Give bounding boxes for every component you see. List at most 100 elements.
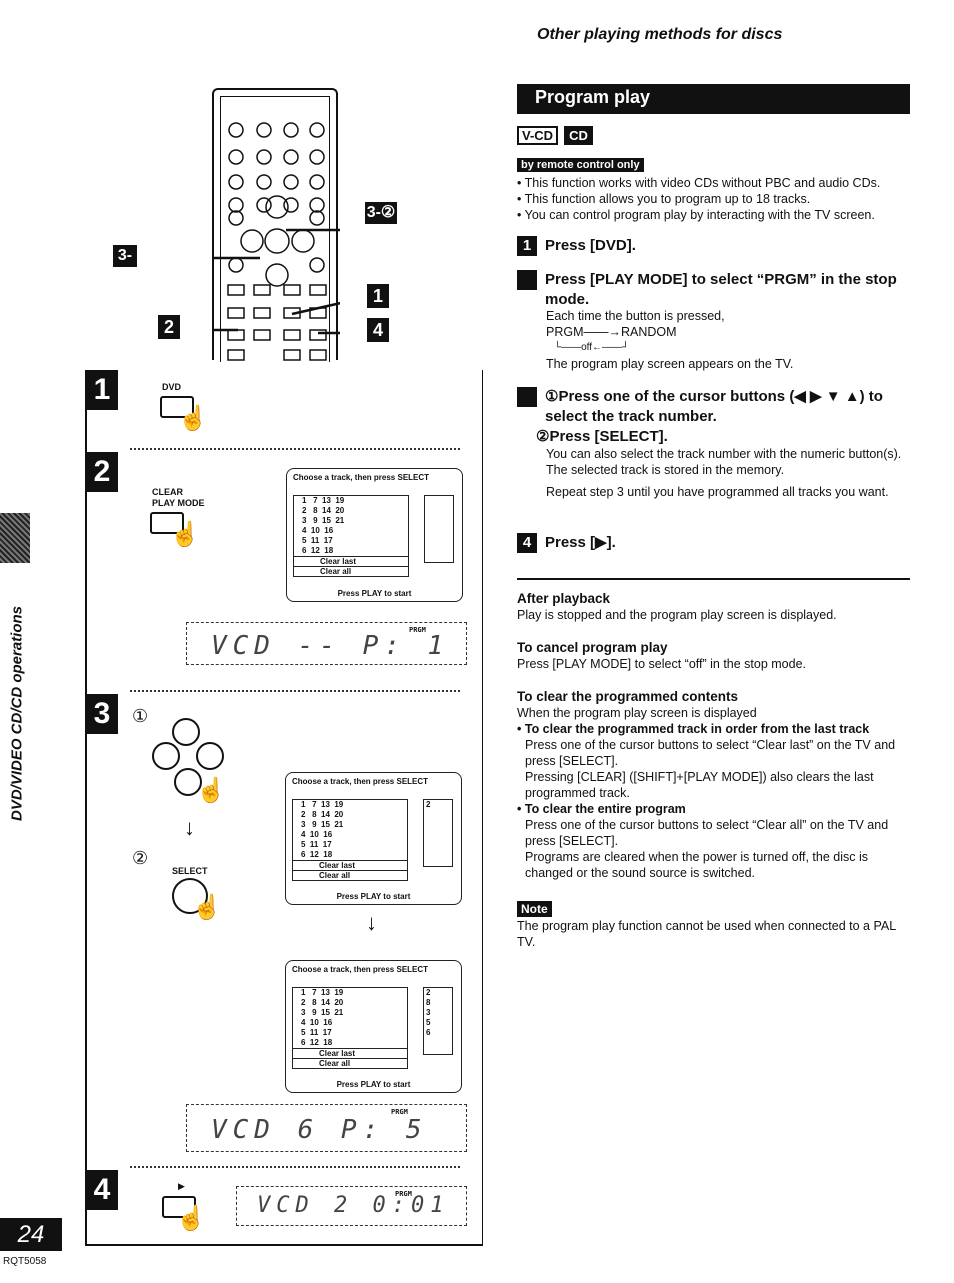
program-entry: 2	[426, 988, 431, 997]
step-1: 1 Press [DVD].	[517, 236, 912, 256]
step-3: 3 ①Press one of the cursor buttons (◀ ▶ ▼…	[509, 387, 912, 426]
intro-bullets: • This function works with video CDs wit…	[517, 176, 881, 222]
step-number: 3	[509, 387, 537, 407]
screen-title: Choose a track, then press SELECT	[292, 777, 429, 786]
step-4-marker: 4	[86, 1170, 118, 1210]
track-row[interactable]: 6 12 18	[294, 546, 408, 556]
track-row[interactable]: 5 11 17	[294, 536, 408, 546]
arrow-down-icon: ↓	[184, 815, 195, 840]
program-entry: 3	[426, 1008, 431, 1017]
step-2: 2 Press [PLAY MODE] to select “PRGM” in t…	[509, 270, 912, 309]
program-entry: 5	[426, 1018, 431, 1027]
prgm-indicator: PRGM	[409, 626, 426, 634]
text: Press [PLAY MODE] to select “off” in the…	[517, 657, 807, 671]
arrow-down-icon: ↓	[366, 910, 377, 935]
clear-all-option[interactable]: Clear all	[294, 566, 408, 576]
program-entry: 6	[426, 1028, 431, 1037]
track-row[interactable]: 1 7 13 19	[294, 496, 408, 506]
track-row[interactable]: 5 11 17	[293, 840, 407, 850]
clear-program: To clear the programmed contents When th…	[517, 689, 912, 881]
step-2-marker: 2	[86, 452, 118, 492]
text: Press one of the cursor buttons to selec…	[525, 738, 896, 768]
text: When the program play screen is displaye…	[517, 706, 757, 720]
track-row[interactable]: 3 9 15 21	[294, 516, 408, 526]
text: Play is stopped and the program play scr…	[517, 608, 837, 622]
screen-title: Choose a track, then press SELECT	[293, 473, 430, 482]
track-row[interactable]: 1 7 13 19	[293, 800, 407, 810]
track-row[interactable]: 3 9 15 21	[293, 1008, 407, 1018]
track-row[interactable]: 4 10 16	[293, 830, 407, 840]
text: └——off←——┘	[554, 342, 630, 353]
remote-only-label: by remote control only	[517, 158, 644, 172]
display-text: VCD 2 0:01	[257, 1193, 450, 1218]
press-play-hint: Press PLAY to start	[336, 892, 411, 901]
remote-control-illustration	[212, 88, 340, 362]
note-label: Note	[517, 901, 552, 917]
circled-2: ②	[132, 848, 149, 868]
callout-4: 4	[367, 318, 389, 342]
tv-screen-2: Choose a track, then press SELECT 1 7 13…	[285, 772, 462, 905]
text: Press one of the cursor buttons to selec…	[525, 818, 889, 848]
display-text: VCD 6 P: 5	[211, 1115, 428, 1145]
track-row[interactable]: 3 9 15 21	[293, 820, 407, 830]
step-number: 2	[509, 270, 537, 290]
text: Pressing [CLEAR] ([SHIFT]+[PLAY MODE]) a…	[525, 770, 874, 800]
display-text: VCD -- P: 1	[211, 631, 450, 661]
sidebar-section-label: DVD/VIDEO CD/CD operations	[8, 605, 26, 822]
clear-all-option[interactable]: Clear all	[293, 1058, 407, 1068]
doc-code: RQT5058	[3, 1256, 47, 1267]
step-title: Press [DVD].	[545, 237, 636, 254]
cancel-program: To cancel program play Press [PLAY MODE]…	[517, 640, 912, 672]
select-label: SELECT	[172, 866, 208, 876]
prgm-indicator: PRGM	[391, 1108, 408, 1116]
bullet: This function works with video CDs witho…	[524, 176, 881, 190]
step-number: 4	[517, 533, 537, 553]
callout-2: 2	[158, 315, 180, 339]
track-row[interactable]: 1 7 13 19	[293, 988, 407, 998]
track-row[interactable]: 6 12 18	[293, 850, 407, 860]
disc-badges: V-CD CD	[517, 126, 599, 145]
step-1-marker: 1	[86, 370, 118, 410]
heading: To clear the programmed contents	[517, 689, 739, 704]
page-number: 24	[0, 1218, 62, 1251]
program-list	[424, 495, 454, 563]
subheading: To clear the entire program	[524, 802, 686, 816]
pressing-hand-icon: ☝	[170, 521, 200, 548]
step-3-title-2: ②Press [SELECT].	[536, 428, 668, 445]
heading: To cancel program play	[517, 640, 668, 655]
track-row[interactable]: 2 8 14 20	[293, 998, 407, 1008]
clear-last-option[interactable]: Clear last	[293, 860, 407, 870]
after-playback: After playback Play is stopped and the p…	[517, 591, 912, 623]
press-play-hint: Press PLAY to start	[336, 1080, 411, 1089]
clear-all-option[interactable]: Clear all	[293, 870, 407, 880]
front-display-3: PRGM VCD 2 0:01	[236, 1186, 467, 1226]
track-grid: 1 7 13 19 2 8 14 20 3 9 15 21 4 10 16 5 11 1…	[293, 495, 409, 577]
clear-last-option[interactable]: Clear last	[294, 556, 408, 566]
cursor-left-button	[152, 742, 180, 770]
program-entry: 2	[426, 800, 431, 809]
cd-badge: CD	[564, 126, 593, 145]
front-display-1: PRGM VCD -- P: 1	[186, 622, 467, 665]
bullet: You can control program play by interact…	[524, 208, 875, 222]
cursor-up-button	[172, 718, 200, 746]
divider	[517, 578, 910, 580]
track-row[interactable]: 6 12 18	[293, 1038, 407, 1048]
clear-last-option[interactable]: Clear last	[293, 1048, 407, 1058]
text: Repeat step 3 until you have programmed …	[546, 485, 889, 499]
track-row[interactable]: 4 10 16	[293, 1018, 407, 1028]
step-3-marker: 3	[86, 694, 118, 734]
text: PRGM——→RANDOM	[546, 325, 677, 339]
text: The selected track is stored in the memo…	[546, 463, 785, 477]
program-list: 28356	[423, 987, 453, 1055]
divider-dotted	[130, 690, 460, 692]
track-row[interactable]: 2 8 14 20	[293, 810, 407, 820]
track-row[interactable]: 2 8 14 20	[294, 506, 408, 516]
track-row[interactable]: 4 10 16	[294, 526, 408, 536]
dvd-label: DVD	[162, 382, 182, 392]
vcd-badge: V-CD	[517, 126, 559, 145]
divider-dotted	[130, 1166, 460, 1168]
text: Each time the button is pressed,	[546, 309, 725, 323]
front-display-2: PRGM VCD 6 P: 5	[186, 1104, 467, 1152]
track-row[interactable]: 5 11 17	[293, 1028, 407, 1038]
remote-buttons	[214, 122, 340, 361]
